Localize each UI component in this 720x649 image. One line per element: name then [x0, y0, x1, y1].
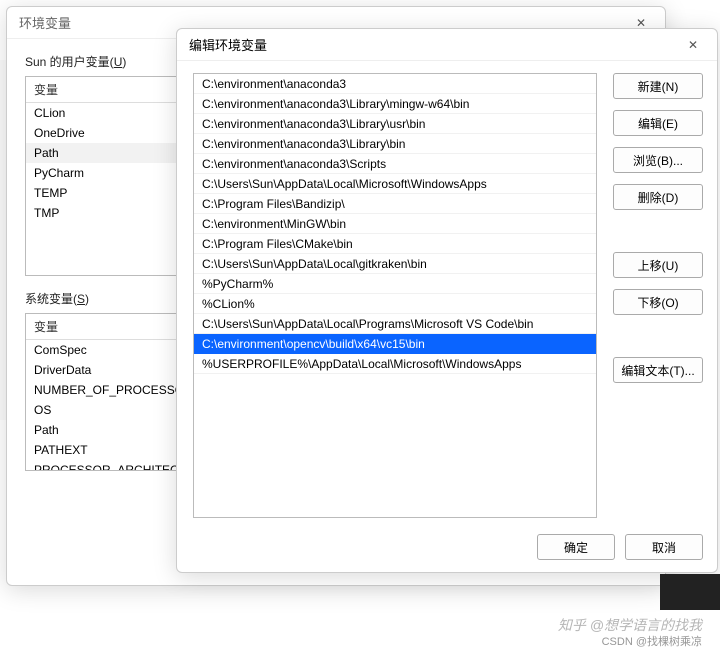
- ok-button[interactable]: 确定: [537, 534, 615, 560]
- edit-text-button[interactable]: 编辑文本(T)...: [613, 357, 703, 383]
- path-entry[interactable]: %CLion%: [194, 294, 596, 314]
- watermark-csdn: CSDN @找棵树乘凉: [602, 633, 702, 649]
- path-entry[interactable]: C:\Users\Sun\AppData\Local\Microsoft\Win…: [194, 174, 596, 194]
- side-buttons: 新建(N) 编辑(E) 浏览(B)... 删除(D) 上移(U) 下移(O) 编…: [613, 73, 703, 518]
- new-button[interactable]: 新建(N): [613, 73, 703, 99]
- path-entry[interactable]: %PyCharm%: [194, 274, 596, 294]
- front-titlebar: 编辑环境变量 ✕: [177, 29, 717, 61]
- edit-button[interactable]: 编辑(E): [613, 110, 703, 136]
- path-entry[interactable]: C:\Users\Sun\AppData\Local\Programs\Micr…: [194, 314, 596, 334]
- back-title: 环境变量: [19, 13, 71, 32]
- move-down-button[interactable]: 下移(O): [613, 289, 703, 315]
- path-entry[interactable]: C:\environment\anaconda3: [194, 74, 596, 94]
- front-title: 编辑环境变量: [189, 35, 267, 54]
- path-entry[interactable]: C:\environment\anaconda3\Library\usr\bin: [194, 114, 596, 134]
- path-entry[interactable]: C:\environment\MinGW\bin: [194, 214, 596, 234]
- path-entry[interactable]: C:\environment\opencv\build\x64\vc15\bin: [194, 334, 596, 354]
- edit-env-var-dialog: 编辑环境变量 ✕ C:\environment\anaconda3C:\envi…: [176, 28, 718, 573]
- path-entry[interactable]: C:\Program Files\CMake\bin: [194, 234, 596, 254]
- path-entry[interactable]: C:\environment\anaconda3\Scripts: [194, 154, 596, 174]
- path-entry[interactable]: C:\Users\Sun\AppData\Local\gitkraken\bin: [194, 254, 596, 274]
- path-entry[interactable]: %USERPROFILE%\AppData\Local\Microsoft\Wi…: [194, 354, 596, 374]
- close-icon[interactable]: ✕: [681, 33, 705, 57]
- path-entry[interactable]: C:\environment\anaconda3\Library\bin: [194, 134, 596, 154]
- dialog-footer: 确定 取消: [537, 534, 703, 560]
- browse-button[interactable]: 浏览(B)...: [613, 147, 703, 173]
- delete-button[interactable]: 删除(D): [613, 184, 703, 210]
- path-entries-listbox[interactable]: C:\environment\anaconda3C:\environment\a…: [193, 73, 597, 518]
- cancel-button[interactable]: 取消: [625, 534, 703, 560]
- watermark-zhihu: 知乎 @想学语言的找我: [558, 615, 702, 635]
- path-entry[interactable]: C:\Program Files\Bandizip\: [194, 194, 596, 214]
- dark-band: [660, 574, 720, 610]
- move-up-button[interactable]: 上移(U): [613, 252, 703, 278]
- path-entry[interactable]: C:\environment\anaconda3\Library\mingw-w…: [194, 94, 596, 114]
